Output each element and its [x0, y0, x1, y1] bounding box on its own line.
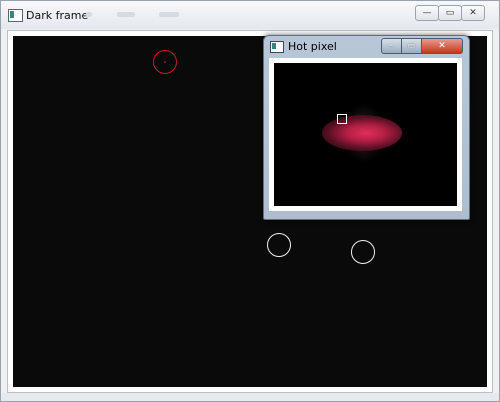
minimize-button[interactable]: – — [381, 38, 402, 54]
faded-menu-item — [117, 12, 135, 17]
inset-titlebar[interactable]: Hot pixel – ▭ ✕ — [264, 36, 469, 56]
main-titlebar[interactable]: Dark frame — ▭ ✕ — [1, 1, 499, 29]
white-circle-marker — [267, 233, 291, 257]
faded-menu-item — [159, 12, 179, 17]
inset-image-frame — [269, 58, 462, 211]
white-circle-marker — [351, 240, 375, 264]
close-button[interactable]: ✕ — [421, 38, 463, 54]
minimize-button[interactable]: — — [415, 5, 439, 21]
hot-pixel-blob — [322, 115, 402, 151]
hot-pixel-dot — [164, 61, 166, 63]
inset-window-title: Hot pixel — [288, 40, 337, 53]
hot-pixel-window: Hot pixel – ▭ ✕ — [263, 35, 470, 220]
faded-menu-item — [86, 12, 92, 17]
pixel-selector-box[interactable] — [337, 114, 347, 124]
status-bar — [1, 393, 499, 401]
restore-button[interactable]: ▭ — [438, 5, 462, 21]
maximize-button[interactable]: ▭ — [401, 38, 422, 54]
app-icon — [8, 9, 23, 22]
app-icon — [270, 41, 284, 53]
hot-pixel-zoom-canvas[interactable] — [274, 63, 457, 206]
main-window-title: Dark frame — [26, 9, 89, 22]
close-button[interactable]: ✕ — [461, 5, 485, 21]
